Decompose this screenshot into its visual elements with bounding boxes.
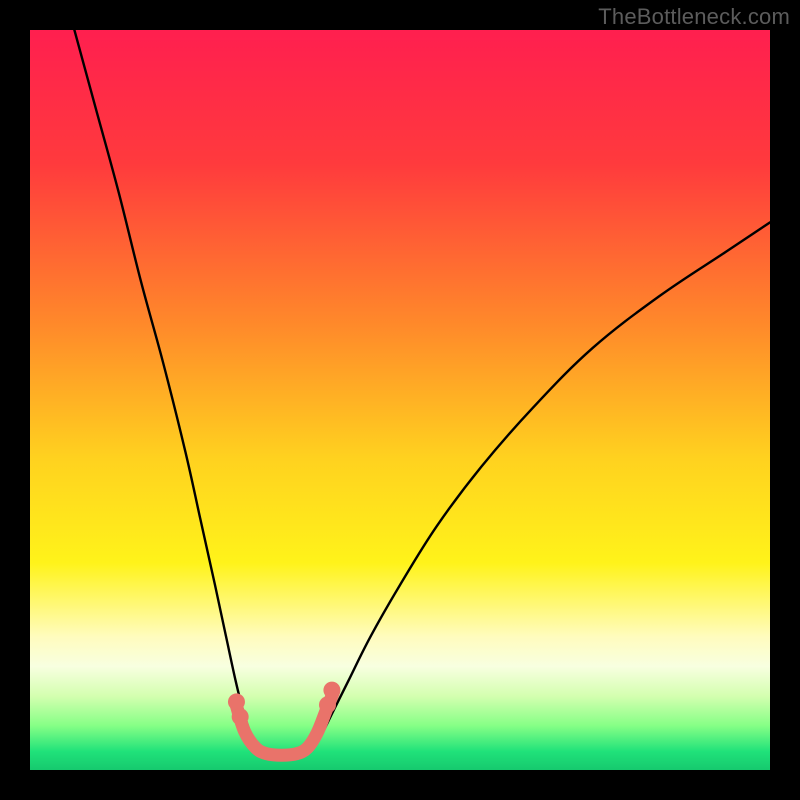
salmon-dot (323, 682, 340, 699)
salmon-dot (232, 708, 249, 725)
watermark-text: TheBottleneck.com (598, 4, 790, 30)
salmon-dot (319, 696, 336, 713)
chart-frame (30, 30, 770, 770)
bottleneck-chart (30, 30, 770, 770)
salmon-dot (228, 693, 245, 710)
gradient-background (30, 30, 770, 770)
